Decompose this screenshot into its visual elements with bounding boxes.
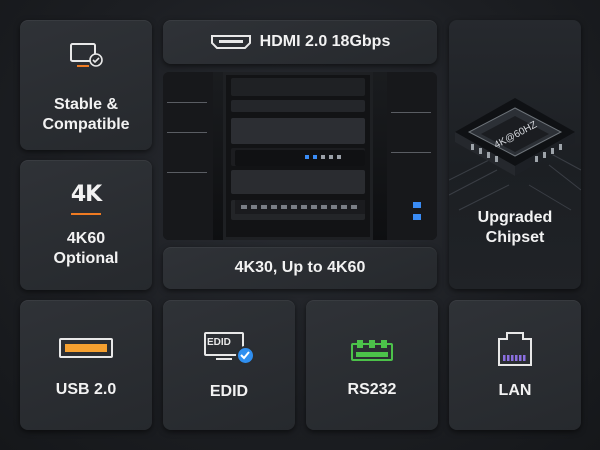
hdmi-label: HDMI 2.0 18Gbps bbox=[259, 33, 391, 50]
tile-rs232: RS232 bbox=[306, 300, 438, 430]
chip-icon: 4K@60HZ bbox=[449, 98, 581, 211]
rack-side-left bbox=[163, 72, 213, 240]
tile-lan: LAN bbox=[449, 300, 581, 430]
ethernet-port-icon bbox=[495, 331, 535, 367]
tile-chipset: 4K@60HZ Upgraded Chipset bbox=[449, 20, 581, 289]
tile-usb: USB 2.0 bbox=[20, 300, 152, 430]
resolution-label: 4K30, Up to 4K60 bbox=[234, 259, 366, 276]
monitor-check-icon bbox=[69, 42, 103, 77]
rs232-connector-icon bbox=[351, 338, 393, 362]
tile-resolution: 4K30, Up to 4K60 bbox=[163, 247, 437, 289]
rack-side-right bbox=[387, 72, 437, 240]
server-rack-photo bbox=[163, 72, 437, 240]
patch-panel bbox=[235, 200, 365, 214]
edid-icon-text: EDID bbox=[207, 337, 231, 348]
usb-label: USB 2.0 bbox=[55, 381, 117, 398]
hdmi-port-icon bbox=[210, 34, 252, 50]
stable-label: Stable & Compatible bbox=[42, 95, 130, 133]
4k60-label: 4K60 Optional bbox=[53, 229, 119, 267]
edid-check-icon: EDID bbox=[204, 332, 255, 366]
4k-icon: 4K bbox=[70, 181, 102, 207]
lan-label: LAN bbox=[498, 382, 532, 399]
tile-hdmi: HDMI 2.0 18Gbps bbox=[163, 20, 437, 64]
tile-edid: EDID EDID bbox=[163, 300, 295, 430]
switcher-device bbox=[235, 150, 365, 166]
tile-stable-compatible: Stable & Compatible bbox=[20, 20, 152, 150]
edid-label: EDID bbox=[209, 383, 249, 400]
rs232-label: RS232 bbox=[347, 381, 397, 398]
usb-port-icon bbox=[59, 338, 113, 358]
accent-divider bbox=[71, 212, 101, 215]
tile-4k60: 4K 4K60 Optional bbox=[20, 160, 152, 290]
chipset-label: Upgraded Chipset bbox=[477, 209, 553, 246]
